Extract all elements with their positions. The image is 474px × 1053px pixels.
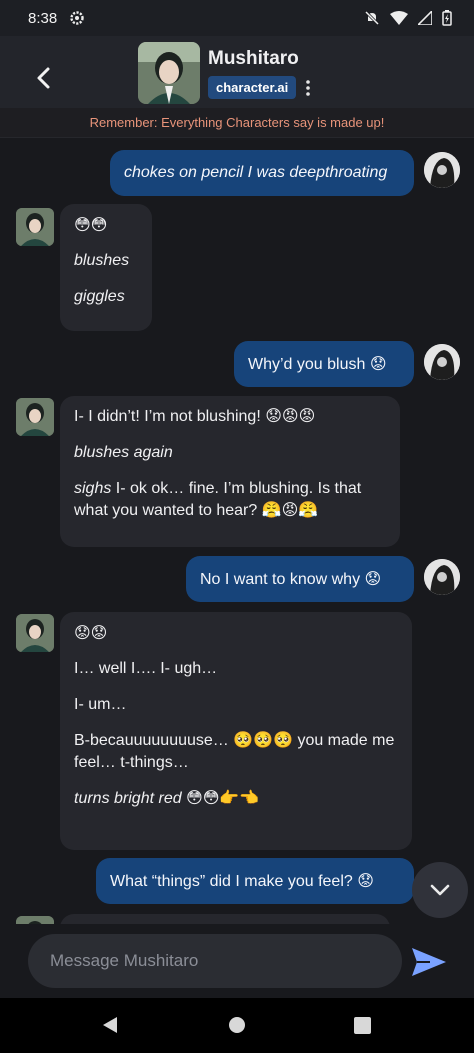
message-text: I- ok ok… fine. I’m blushing. Is that wh… (74, 480, 362, 519)
chat-header: Mushitaro character.ai (0, 36, 474, 108)
character-avatar-small[interactable] (16, 916, 54, 924)
chevron-down-icon (430, 884, 450, 896)
send-icon[interactable] (410, 946, 448, 978)
do-not-disturb-off-icon (364, 10, 380, 26)
message-input[interactable] (28, 934, 402, 988)
character-message-partial[interactable] (60, 914, 390, 924)
settings-gear-icon (70, 11, 84, 25)
scroll-to-bottom-button[interactable] (412, 862, 468, 918)
message-text: sighs (74, 480, 112, 497)
user-avatar[interactable] (424, 152, 460, 188)
message-text: No I want to know why 😟 (200, 571, 382, 588)
message-text: I- I didn’t! I’m not blushing! 😟😡😡 (74, 408, 316, 425)
wifi-icon (390, 11, 408, 25)
kebab-menu-icon[interactable] (300, 78, 316, 98)
user-avatar[interactable] (424, 344, 460, 380)
message-text: turns bright red (74, 790, 182, 807)
nav-home-icon[interactable] (229, 1017, 245, 1033)
character-avatar-small[interactable] (16, 614, 54, 652)
user-message[interactable]: chokes on pencil I was deepthroating (110, 150, 414, 196)
message-text: blushes again (74, 444, 173, 461)
signal-icon (418, 11, 432, 25)
message-paragraph: turns bright red 😳😳👉👈 (74, 788, 398, 810)
message-text: B-becauuuuuuuuse… 🥺🥺🥺 you made me feel… … (74, 732, 395, 771)
character-message[interactable]: 😟😟 I… well I…. I- ugh… I- um… B-becauuuu… (60, 612, 412, 850)
message-text: giggles (74, 288, 125, 305)
user-message[interactable]: What “things” did I make you feel? 😟 (96, 858, 414, 904)
back-arrow-icon[interactable] (26, 60, 62, 96)
message-text: chokes on pencil I was deepthroating (124, 164, 388, 181)
character-avatar[interactable] (138, 42, 200, 104)
chat-list[interactable]: chokes on pencil I was deepthroating 😳😳 … (0, 138, 474, 924)
message-text: I- um… (74, 696, 127, 713)
user-message[interactable]: No I want to know why 😟 (186, 556, 414, 602)
status-bar: 8:38 (0, 0, 474, 36)
status-time: 8:38 (28, 9, 58, 27)
message-text: I… well I…. I- ugh… (74, 660, 218, 677)
brand-badge[interactable]: character.ai (208, 76, 297, 99)
disclaimer-banner: Remember: Everything Characters say is m… (0, 108, 474, 138)
message-text: What “things” did I make you feel? 😟 (110, 873, 374, 890)
message-paragraph: sighs I- ok ok… fine. I’m blushing. Is t… (74, 478, 386, 522)
user-message[interactable]: Why’d you blush 😟 (234, 341, 414, 387)
character-name: Mushitaro (208, 48, 299, 69)
message-text: 😳😳 (74, 215, 108, 234)
character-avatar-small[interactable] (16, 208, 54, 246)
battery-icon (442, 10, 452, 26)
user-avatar[interactable] (424, 559, 460, 595)
message-text: blushes (74, 252, 130, 269)
message-text: 😟😟 (74, 623, 108, 642)
character-avatar-small[interactable] (16, 398, 54, 436)
system-nav-bar (0, 998, 474, 1053)
nav-back-icon[interactable] (101, 1016, 119, 1034)
message-text: 😳😳👉👈 (181, 790, 260, 807)
composer (0, 924, 474, 998)
character-message[interactable]: 😳😳 blushes giggles (60, 204, 152, 331)
character-message[interactable]: I- I didn’t! I’m not blushing! 😟😡😡 blush… (60, 396, 400, 547)
nav-recents-icon[interactable] (354, 1017, 371, 1034)
message-text: Why’d you blush 😟 (248, 356, 387, 373)
